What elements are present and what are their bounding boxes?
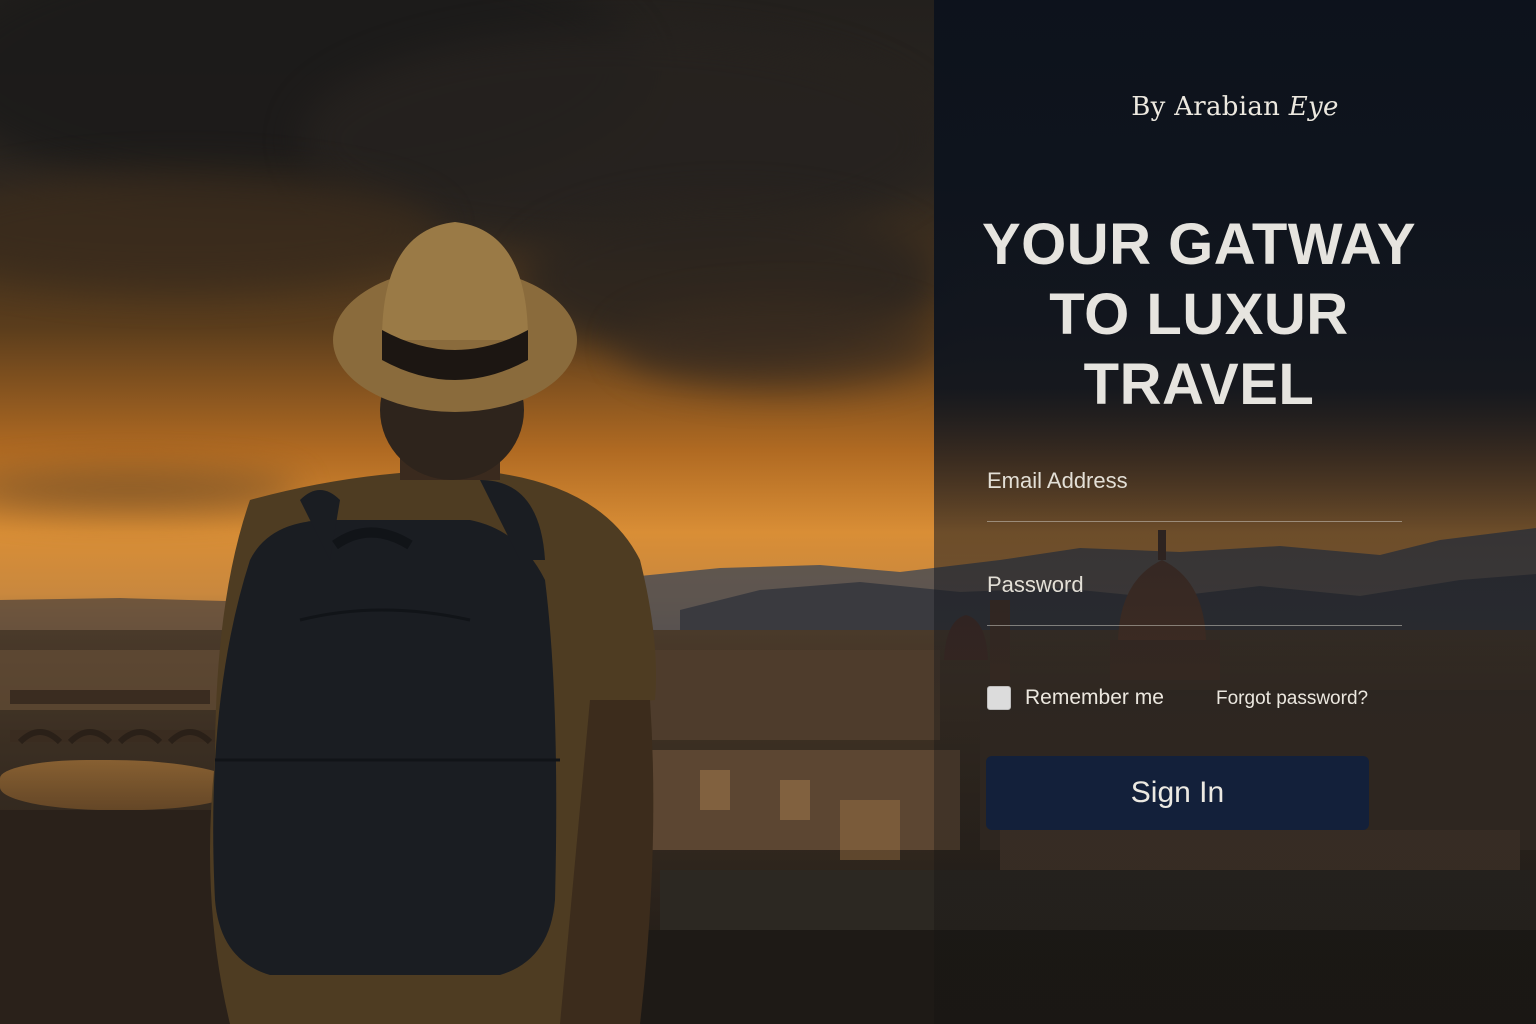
forgot-password-link[interactable]: Forgot password?: [1216, 688, 1368, 710]
password-field[interactable]: Password: [987, 572, 1402, 630]
brand-prefix: By Arabian: [1131, 92, 1289, 122]
headline-line-1: YOUR GATWAY: [981, 212, 1417, 277]
headline-line-2: TO LUXUR TRAVEL: [1049, 282, 1349, 417]
email-underline: [987, 521, 1402, 522]
brand-suffix: Eye: [1288, 92, 1339, 122]
brand-logo: By Arabian Eye: [934, 92, 1536, 122]
password-input[interactable]: [987, 572, 1402, 630]
remember-checkbox[interactable]: [987, 686, 1011, 710]
email-input[interactable]: [987, 468, 1402, 526]
remember-me[interactable]: Remember me: [987, 686, 1164, 710]
page-headline: YOUR GATWAY TO LUXUR TRAVEL: [934, 210, 1464, 420]
password-underline: [987, 625, 1402, 626]
remember-label: Remember me: [1025, 686, 1164, 709]
login-panel: By Arabian Eye YOUR GATWAY TO LUXUR TRAV…: [934, 0, 1536, 1024]
sign-in-button[interactable]: Sign In: [986, 756, 1369, 830]
email-field[interactable]: Email Address: [987, 468, 1402, 526]
